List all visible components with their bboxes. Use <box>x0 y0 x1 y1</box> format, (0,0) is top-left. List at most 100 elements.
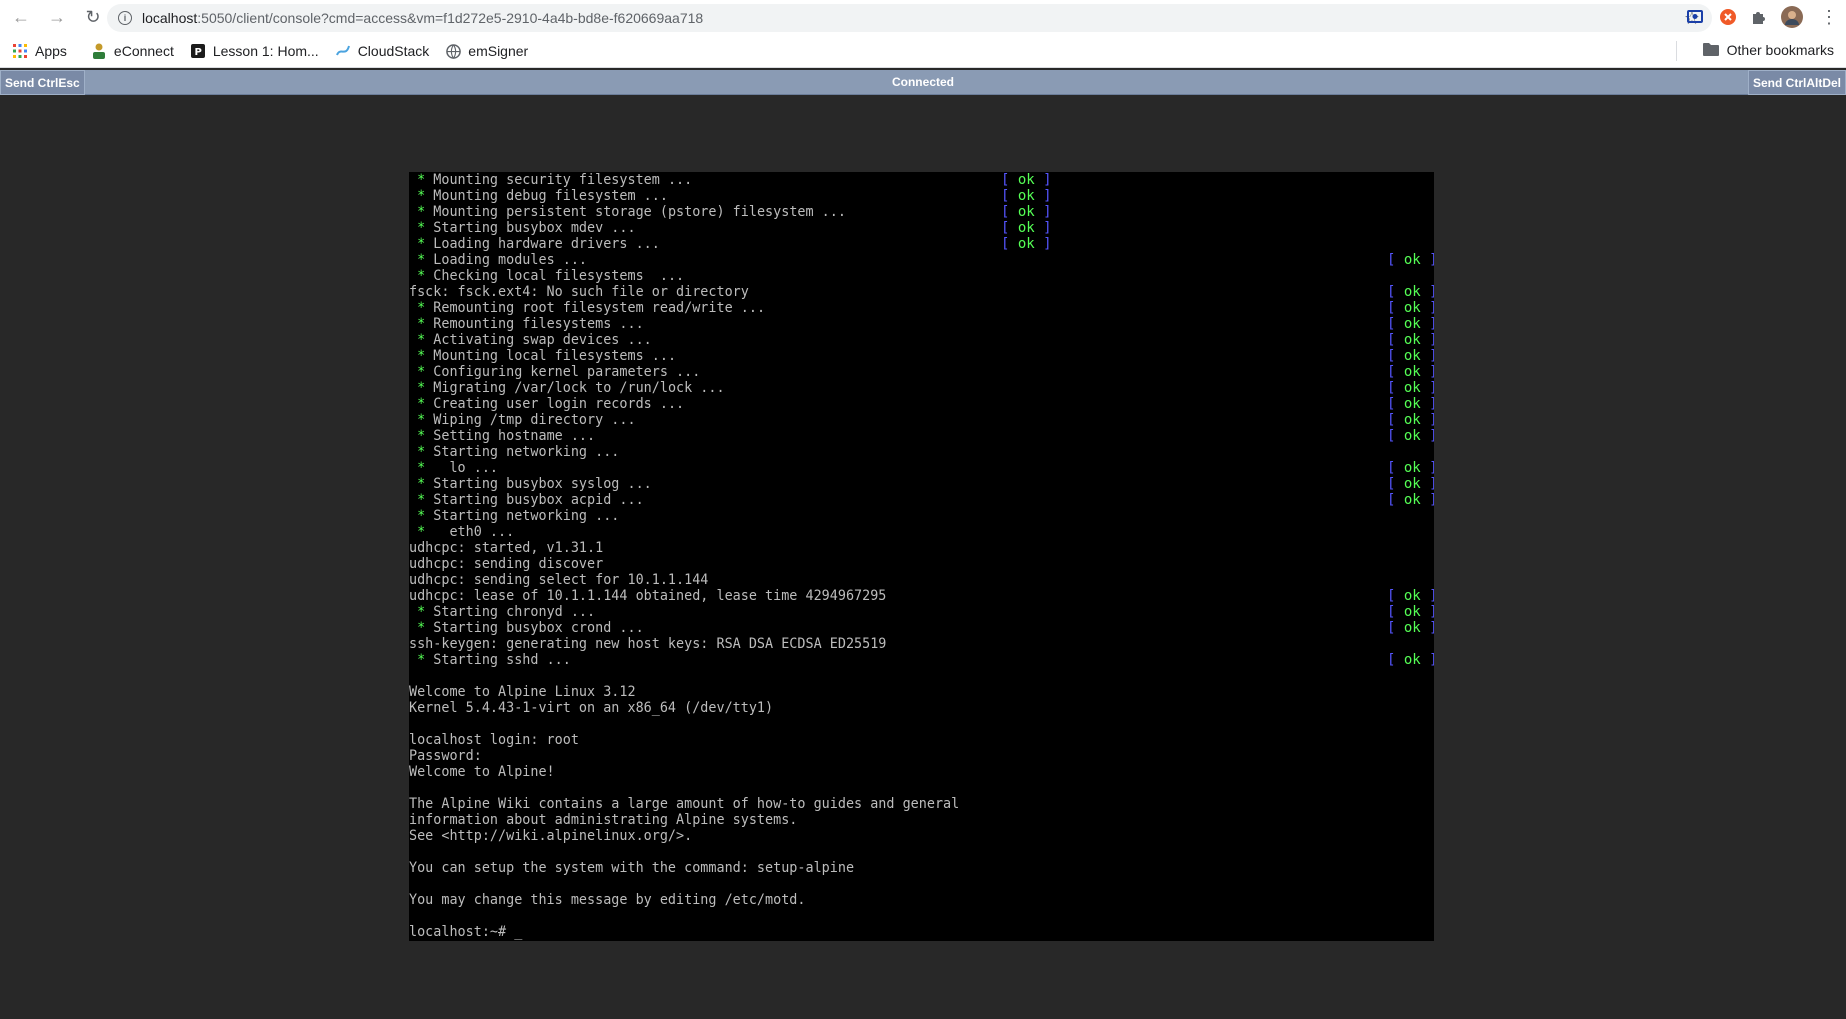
console-line: * Mounting debug filesystem ... <box>409 188 668 204</box>
console-line: You can setup the system with the comman… <box>409 860 854 876</box>
info-icon[interactable]: i <box>118 11 132 25</box>
console-line-text: ssh-keygen: generating new host keys: RS… <box>409 636 887 652</box>
profile-avatar[interactable] <box>1781 6 1803 28</box>
console-star: * <box>409 444 434 460</box>
console-line: * Mounting persistent storage (pstore) f… <box>409 204 846 220</box>
console-line: Password: <box>409 748 482 764</box>
ok-label: ok <box>1403 652 1421 668</box>
console-line: localhost:~# _ <box>409 924 522 940</box>
ok-label: ok <box>1403 460 1421 476</box>
console-line: * Migrating /var/lock to /run/lock ... <box>409 380 724 396</box>
console-line: * Remounting root filesystem read/write … <box>409 300 765 316</box>
console-line: * Starting networking ... <box>409 444 619 460</box>
ok-label: ok <box>1403 300 1421 316</box>
bookmark-lesson[interactable]: P Lesson 1: Hom... <box>190 43 319 59</box>
menu-kebab-icon[interactable]: ⋮ <box>1818 6 1840 28</box>
folder-icon <box>1702 42 1719 58</box>
console-line-text: localhost:~# _ <box>409 924 523 940</box>
send-ctrlaltdel-button[interactable]: Send CtrlAltDel <box>1747 70 1846 95</box>
console-star: * <box>409 204 434 220</box>
ok-status: [ ok ] <box>1387 348 1434 364</box>
console-line-text: Checking local filesystems ... <box>433 268 685 284</box>
console-line-text: udhcpc: sending select for 10.1.1.144 <box>409 572 709 588</box>
console-line: udhcpc: sending select for 10.1.1.144 <box>409 572 708 588</box>
console-line: * Wiping /tmp directory ... <box>409 412 635 428</box>
svg-text:P: P <box>194 47 201 58</box>
ok-status: [ ok ] <box>1387 492 1434 508</box>
url-text[interactable]: localhost:5050/client/console?cmd=access… <box>142 10 703 26</box>
console-line-text: Starting networking ... <box>433 508 620 524</box>
bookmark-label: emSigner <box>468 43 529 59</box>
console-star: * <box>409 364 434 380</box>
ok-status: [ ok ] <box>1387 252 1434 268</box>
console-line: fsck: fsck.ext4: No such file or directo… <box>409 284 749 300</box>
console-line-text: Starting sshd ... <box>433 652 571 668</box>
extensions-puzzle-icon[interactable] <box>1748 6 1770 28</box>
ok-label: ok <box>1403 588 1421 604</box>
ok-status: [ ok ] <box>1001 204 1052 220</box>
bookmark-econnect[interactable]: eConnect <box>91 43 174 59</box>
bookmark-label: CloudStack <box>357 43 430 59</box>
other-bookmarks[interactable]: Other bookmarks <box>1702 42 1834 58</box>
console-line-text: Activating swap devices ... <box>433 332 652 348</box>
ok-status: [ ok ] <box>1001 172 1052 188</box>
console-star: * <box>409 348 434 364</box>
ok-label: ok <box>1403 364 1421 380</box>
ok-status: [ ok ] <box>1387 604 1434 620</box>
ok-status: [ ok ] <box>1387 332 1434 348</box>
address-bar[interactable]: i localhost:5050/client/console?cmd=acce… <box>107 4 1712 32</box>
browser-toolbar: ← → ↻ i localhost:5050/client/console?cm… <box>0 0 1846 35</box>
console-star: * <box>409 604 434 620</box>
console-line-text: eth0 ... <box>433 524 515 540</box>
console-line-text: See <http://wiki.alpinelinux.org/>. <box>409 828 693 844</box>
console-line: udhcpc: sending discover <box>409 556 603 572</box>
ok-label: ok <box>1017 204 1035 220</box>
bookmark-cloudstack[interactable]: CloudStack <box>335 43 430 59</box>
bookmark-apps[interactable]: Apps <box>12 43 67 59</box>
back-icon[interactable]: ← <box>8 5 34 31</box>
ok-label: ok <box>1403 620 1421 636</box>
console-line-text: Welcome to Alpine Linux 3.12 <box>409 684 636 700</box>
console-line: * Mounting security filesystem ... <box>409 172 692 188</box>
ok-label: ok <box>1403 316 1421 332</box>
extension-icon-screen[interactable] <box>1684 6 1706 28</box>
p-logo-icon: P <box>190 43 206 59</box>
console-line-text: information about administrating Alpine … <box>409 812 798 828</box>
console-star: * <box>409 460 434 476</box>
console-line: * Starting networking ... <box>409 508 619 524</box>
vm-console-screen[interactable]: * Mounting security filesystem ... [ ok ]… <box>409 172 1434 941</box>
console-line-text: Starting busybox acpid ... <box>433 492 644 508</box>
console-star: * <box>409 236 434 252</box>
console-line-text: Mounting local filesystems ... <box>433 348 677 364</box>
console-line: * eth0 ... <box>409 524 514 540</box>
extension-icon-red[interactable] <box>1717 6 1739 28</box>
reload-icon[interactable]: ↻ <box>80 5 106 31</box>
bookmark-emsigner[interactable]: emSigner <box>445 43 528 59</box>
ok-status: [ ok ] <box>1001 220 1052 236</box>
ok-label: ok <box>1403 332 1421 348</box>
bookmark-label: Lesson 1: Hom... <box>212 43 319 59</box>
console-line-text: Creating user login records ... <box>433 396 685 412</box>
send-ctrlesc-button[interactable]: Send CtrlEsc <box>0 70 85 95</box>
console-line: udhcpc: lease of 10.1.1.144 obtained, le… <box>409 588 886 604</box>
forward-icon[interactable]: → <box>44 5 70 31</box>
ok-status: [ ok ] <box>1001 188 1052 204</box>
ok-label: ok <box>1017 188 1035 204</box>
console-line: Kernel 5.4.43-1-virt on an x86_64 (/dev/… <box>409 700 773 716</box>
console-line: * Starting chronyd ... <box>409 604 595 620</box>
ok-status: [ ok ] <box>1387 588 1434 604</box>
ok-label: ok <box>1403 412 1421 428</box>
console-line: * Checking local filesystems ... <box>409 268 684 284</box>
console-line: * Creating user login records ... <box>409 396 684 412</box>
console-star: * <box>409 332 434 348</box>
console-line-text: Loading hardware drivers ... <box>433 236 660 252</box>
ok-label: ok <box>1403 380 1421 396</box>
console-star: * <box>409 316 434 332</box>
console-line: * Mounting local filesystems ... <box>409 348 676 364</box>
console-star: * <box>409 428 434 444</box>
console-star: * <box>409 188 434 204</box>
bookmark-divider <box>1676 41 1677 61</box>
console-line: udhcpc: started, v1.31.1 <box>409 540 603 556</box>
console-line-text: localhost login: root <box>409 732 579 748</box>
console-line: information about administrating Alpine … <box>409 812 797 828</box>
